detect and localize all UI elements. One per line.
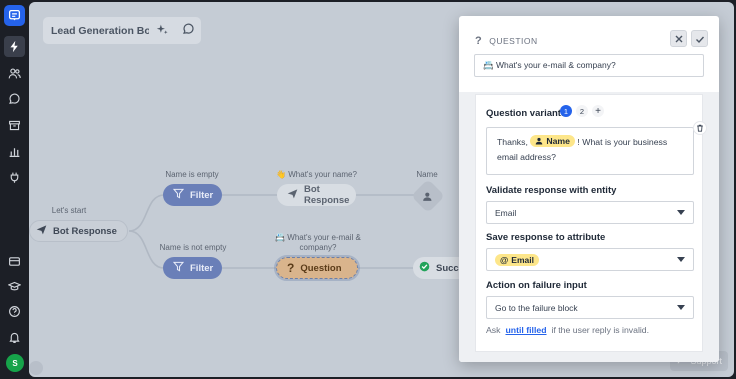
add-variant-button[interactable]: +	[592, 105, 604, 117]
filter-node-top[interactable]: Filter	[163, 184, 222, 206]
save-attribute-value: Email	[511, 254, 534, 265]
response-label: 👋 What's your name?	[276, 170, 357, 179]
question-label-line1: 📇 What's your e-mail &	[275, 233, 361, 242]
send-icon	[36, 224, 47, 238]
block-type-label: QUESTION	[489, 36, 538, 46]
attribute-name: Name	[546, 136, 570, 146]
question-mark-icon: ?	[287, 261, 295, 275]
zoom-control[interactable]	[29, 361, 43, 375]
message-text-before: Thanks,	[497, 137, 528, 147]
panel-header: ? QUESTION 📇 What's your e-mail & compan…	[459, 16, 719, 92]
message-editor[interactable]: Thanks, Name ! What is your business ema…	[486, 127, 694, 175]
bot-name-label[interactable]: Lead Generation Bot	[43, 17, 163, 44]
archive-icon[interactable]	[4, 115, 25, 136]
until-filled-link[interactable]: until filled	[505, 325, 546, 335]
block-title-text: 📇 What's your e-mail & company?	[483, 60, 616, 70]
check-circle-icon	[419, 261, 430, 275]
chevron-down-icon	[677, 305, 685, 310]
panel-body: Question variants 1 2 + Thanks, Name ! W…	[459, 92, 719, 362]
filter-node-bottom[interactable]: Filter	[163, 257, 222, 279]
question-node[interactable]: ? Question	[274, 255, 360, 281]
footnote-suffix: if the user reply is invalid.	[551, 325, 650, 335]
block-title-input[interactable]: 📇 What's your e-mail & company?	[474, 54, 704, 77]
left-sidebar: S	[0, 0, 29, 379]
start-node[interactable]: Bot Response	[29, 220, 128, 242]
save-attribute-label: Save response to attribute	[486, 232, 606, 243]
graduation-cap-icon[interactable]	[4, 276, 25, 297]
variant-tabs: 1 2 +	[560, 105, 604, 117]
bell-icon[interactable]	[4, 327, 25, 348]
name-attribute-pill[interactable]: Name	[530, 135, 575, 147]
failure-footnote: Ask until filled if the user reply is in…	[486, 325, 649, 335]
email-attribute-pill: @ Email	[495, 253, 539, 266]
chevron-down-icon	[677, 210, 685, 215]
question-type-icon: ?	[475, 35, 483, 47]
question-node-text: Question	[300, 262, 342, 274]
validate-entity-select[interactable]: Email	[486, 201, 694, 224]
help-icon[interactable]	[4, 301, 25, 322]
chat-test-icon[interactable]	[182, 23, 195, 39]
chevron-down-icon	[677, 257, 685, 262]
trash-icon[interactable]	[693, 121, 707, 135]
filter-bottom-text: Filter	[190, 262, 214, 274]
chat-logo-icon[interactable]	[4, 5, 25, 26]
validate-entity-value: Email	[495, 207, 517, 218]
user-icon	[423, 191, 434, 202]
variant-tab-2[interactable]: 2	[576, 105, 588, 117]
filter-top-label: Name is empty	[165, 170, 219, 179]
confirm-button[interactable]	[691, 30, 708, 47]
failure-action-label: Action on failure input	[486, 280, 587, 291]
user-icon	[536, 137, 543, 145]
at-sign-icon: @	[500, 254, 509, 265]
sparkles-icon[interactable]	[156, 23, 169, 39]
bolt-icon[interactable]	[4, 36, 25, 57]
filter-icon	[172, 261, 185, 275]
send-icon	[287, 188, 298, 202]
canvas-toolbar	[149, 17, 201, 44]
block-type: ? QUESTION	[475, 35, 538, 47]
filter-bottom-label: Name is not empty	[159, 243, 227, 252]
failure-action-value: Go to the failure block	[495, 302, 578, 313]
question-variants-label: Question variants	[486, 108, 567, 119]
start-node-label: Bot Response	[53, 225, 117, 237]
save-attribute-select[interactable]: @ Email	[486, 248, 694, 271]
name-label: Name	[416, 170, 438, 179]
users-icon[interactable]	[4, 63, 25, 84]
filter-icon	[172, 188, 185, 202]
question-edit-panel: ? QUESTION 📇 What's your e-mail & compan…	[459, 16, 719, 362]
question-card: Question variants 1 2 + Thanks, Name ! W…	[475, 94, 707, 352]
failure-action-select[interactable]: Go to the failure block	[486, 296, 694, 319]
bar-chart-icon[interactable]	[4, 141, 25, 162]
bot-response-text: Bot Response	[304, 184, 350, 206]
avatar[interactable]: S	[6, 354, 24, 372]
card-icon[interactable]	[4, 251, 25, 272]
question-label: 📇 What's your e-mail & company?	[274, 233, 362, 253]
variant-tab-1[interactable]: 1	[560, 105, 572, 117]
filter-top-text: Filter	[190, 189, 214, 201]
footnote-prefix: Ask	[486, 325, 501, 335]
start-label: Let's start	[51, 206, 87, 215]
avatar-initial: S	[12, 358, 18, 368]
close-button[interactable]	[670, 30, 687, 47]
plug-icon[interactable]	[4, 167, 25, 188]
success-node[interactable]: Succes	[413, 257, 469, 279]
validate-label: Validate response with entity	[486, 185, 617, 196]
question-label-line2: company?	[299, 243, 337, 252]
chat-bubble-icon[interactable]	[4, 89, 25, 110]
bot-response-node[interactable]: Bot Response	[277, 184, 356, 206]
